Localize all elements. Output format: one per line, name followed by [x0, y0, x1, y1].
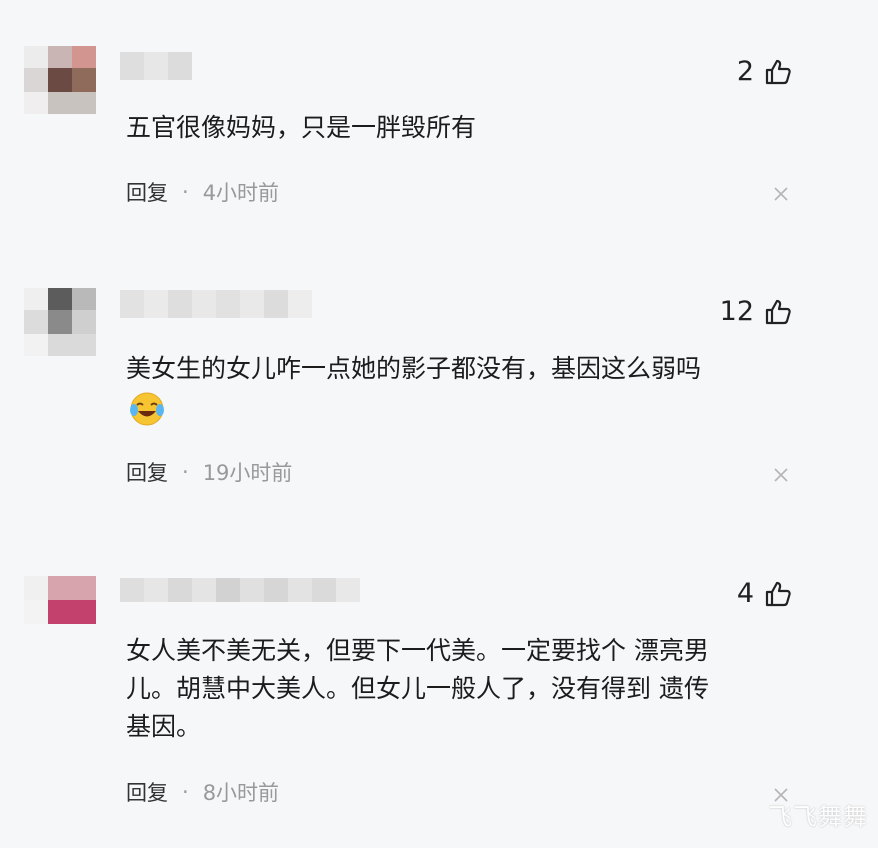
close-icon[interactable]: [772, 185, 790, 203]
laughing-crying-emoji-icon: [128, 390, 166, 428]
comment-text: 美女生的女儿咋一点她的影子都没有，基因这么弱吗: [126, 354, 702, 383]
like-button[interactable]: 4: [737, 578, 792, 609]
timestamp: 19小时前: [202, 461, 293, 485]
username-blurred[interactable]: [120, 578, 360, 602]
avatar[interactable]: [24, 288, 96, 356]
like-count: 2: [736, 56, 754, 87]
username-blurred[interactable]: [120, 52, 192, 80]
comment-text: 女人美不美无关，但要下一代美。一定要找个 漂亮男 儿。胡慧中大美人。但女儿一般人…: [126, 636, 709, 741]
like-count: 4: [736, 578, 754, 609]
timestamp: 8小时前: [202, 781, 280, 805]
comment-meta: 回复 · 8小时前: [126, 777, 279, 807]
separator-dot: ·: [182, 180, 189, 204]
timestamp: 4小时前: [202, 181, 280, 205]
comment-meta: 回复 · 4小时前: [126, 177, 279, 207]
like-button[interactable]: 2: [737, 56, 792, 87]
comment-text: 五官很像妈妈，只是一胖毁所有: [126, 113, 477, 142]
thumbs-up-icon: [764, 298, 792, 326]
reply-button[interactable]: 回复: [126, 777, 168, 807]
avatar[interactable]: [24, 46, 96, 114]
like-count: 12: [719, 296, 754, 327]
separator-dot: ·: [182, 780, 189, 804]
avatar[interactable]: [24, 576, 96, 624]
comment-meta: 回复 · 19小时前: [126, 457, 292, 487]
like-button[interactable]: 12: [720, 296, 792, 327]
separator-dot: ·: [182, 460, 189, 484]
username-blurred[interactable]: [120, 290, 312, 318]
watermark: 飞飞舞舞: [768, 803, 868, 831]
close-icon[interactable]: [772, 466, 790, 484]
reply-button[interactable]: 回复: [126, 457, 168, 487]
thumbs-up-icon: [764, 580, 792, 608]
reply-button[interactable]: 回复: [126, 177, 168, 207]
thumbs-up-icon: [764, 58, 792, 86]
